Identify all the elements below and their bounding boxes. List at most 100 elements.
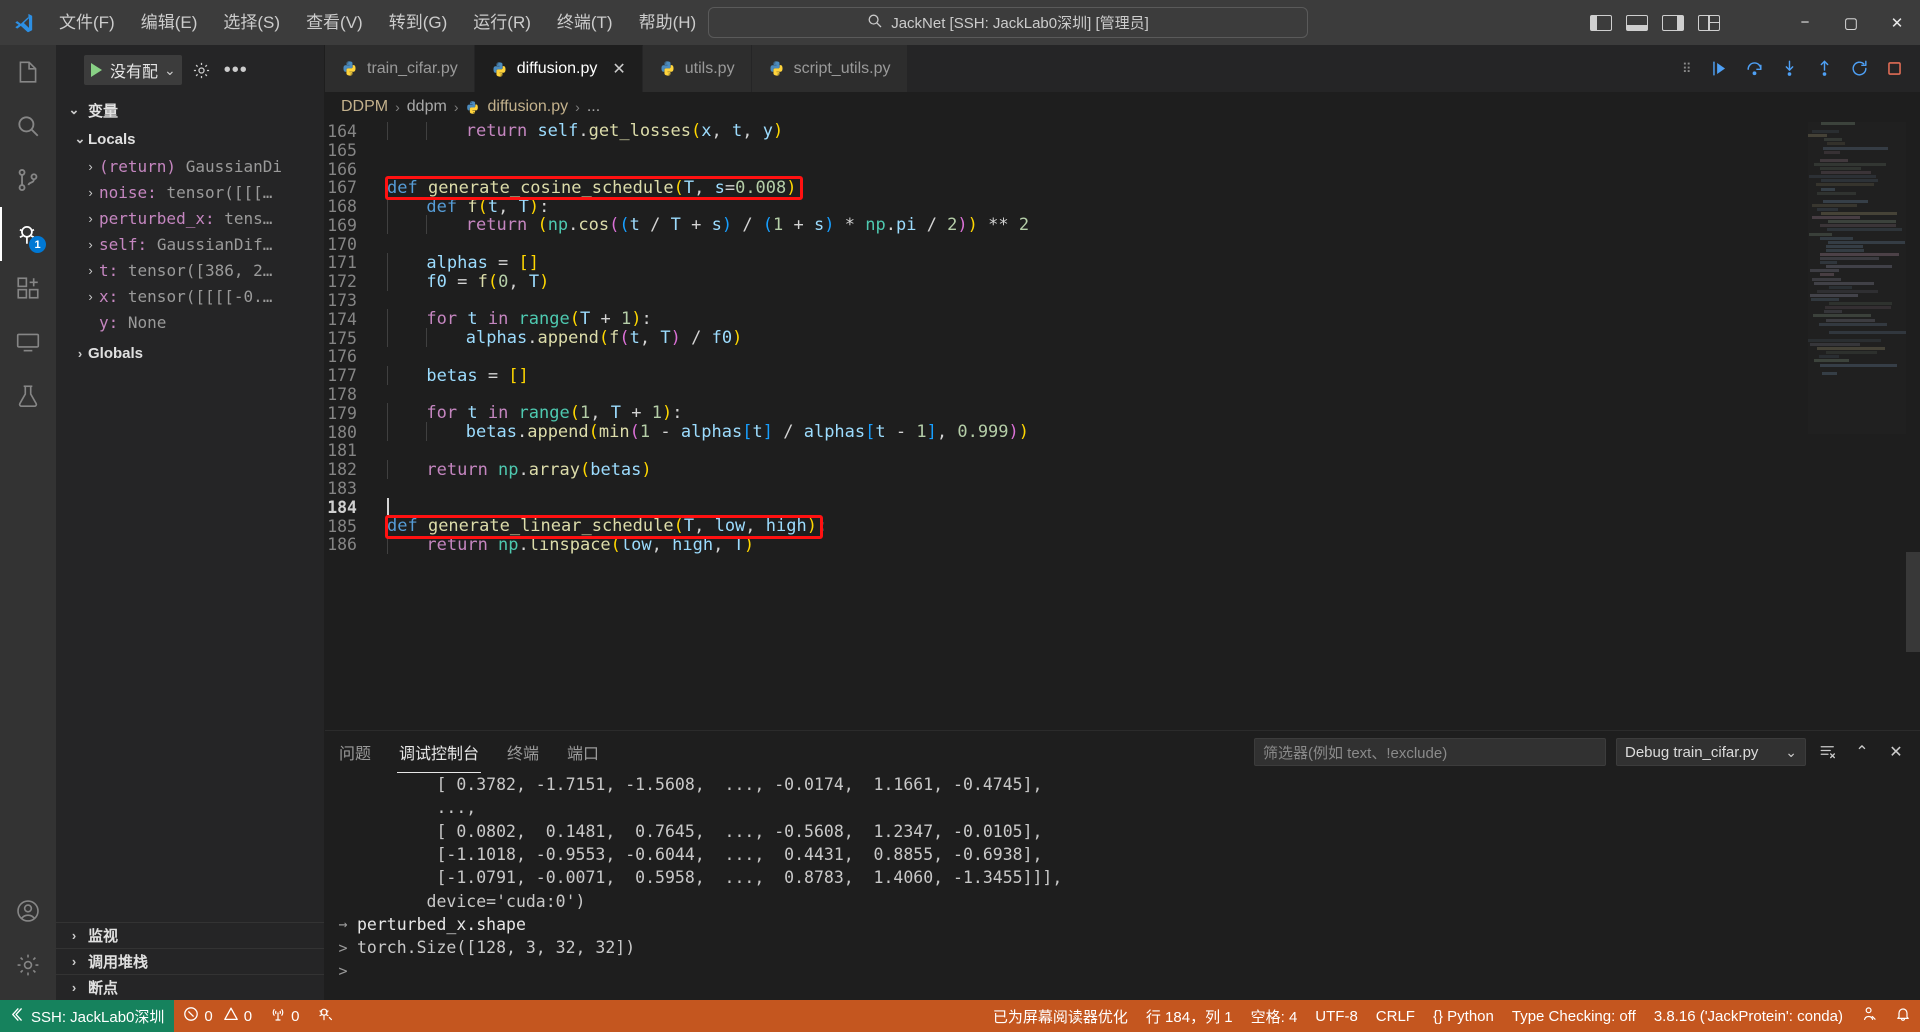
code-line[interactable]: 165	[325, 141, 1920, 160]
chevron-right-icon[interactable]: ›	[82, 185, 99, 200]
ellipsis-icon[interactable]: •••	[222, 55, 250, 85]
debug-restart-icon[interactable]	[1850, 59, 1869, 78]
variable-row-t[interactable]: › t: tensor([386, 2…	[56, 257, 324, 283]
editor-scrollbar[interactable]	[1906, 122, 1920, 730]
panel-actions[interactable]: 筛选器(例如 text、!exclude) Debug train_cifar.…	[1254, 731, 1908, 773]
activity-bar[interactable]: 1	[0, 45, 56, 1000]
code-line[interactable]: 168 def f(t, T):	[325, 196, 1920, 217]
clear-console-icon[interactable]	[1816, 738, 1840, 766]
layout-panel-icon[interactable]	[1626, 14, 1648, 31]
console-filter-input[interactable]: 筛选器(例如 text、!exclude)	[1254, 738, 1606, 766]
account-icon[interactable]	[0, 884, 56, 938]
code-line[interactable]: 166	[325, 160, 1920, 179]
tab-script-utils[interactable]: script_utils.py	[751, 45, 908, 92]
debug-session-dropdown[interactable]: Debug train_cifar.py ⌄	[1616, 738, 1806, 766]
command-center[interactable]: JackNet [SSH: JackLab0深圳] [管理员]	[708, 7, 1308, 38]
maximize-button[interactable]: ▢	[1828, 0, 1874, 45]
variable-row-x[interactable]: › x: tensor([[[[-0.…	[56, 283, 324, 309]
menu-item-run[interactable]: 运行(R)	[460, 0, 544, 45]
variable-row-noise[interactable]: › noise: tensor([[[…	[56, 179, 324, 205]
debug-step-into-icon[interactable]	[1780, 59, 1799, 78]
panel-tab-debug-console[interactable]: 调试控制台	[385, 731, 493, 773]
layout-sidebar-right-icon[interactable]	[1662, 14, 1684, 31]
sidebar-item-search[interactable]	[0, 99, 56, 153]
status-cursor-position[interactable]: 行 184，列 1	[1137, 1000, 1242, 1032]
debug-step-out-icon[interactable]	[1815, 59, 1834, 78]
sidebar-item-source-control[interactable]	[0, 153, 56, 207]
layout-controls[interactable]	[1590, 0, 1720, 45]
code-line[interactable]: 176	[325, 347, 1920, 366]
status-type-checking[interactable]: Type Checking: off	[1503, 1000, 1645, 1032]
menu-item-go[interactable]: 转到(G)	[376, 0, 461, 45]
sidebar-item-testing[interactable]	[0, 369, 56, 423]
breadcrumb-item-ddpm[interactable]: DDPM	[341, 98, 388, 116]
code-line[interactable]: 170	[325, 235, 1920, 254]
close-button[interactable]: ✕	[1874, 0, 1920, 45]
menu-item-file[interactable]: 文件(F)	[46, 0, 128, 45]
minimap[interactable]	[1808, 122, 1906, 434]
chevron-up-icon[interactable]: ⌃	[1850, 738, 1874, 766]
breadcrumb-item-file[interactable]: diffusion.py	[487, 98, 568, 116]
code-lines[interactable]: 164 return self.get_losses(x, t, y) 165 166…	[325, 122, 1920, 555]
breadcrumb-item-symbol[interactable]: ...	[587, 98, 600, 116]
code-line[interactable]: 171 alphas = []	[325, 252, 1920, 273]
launch-config-dropdown[interactable]: 没有配 ⌄	[84, 55, 182, 85]
code-line[interactable]: 169 return (np.cos((t / T + s) / (1 + s) …	[325, 215, 1920, 235]
code-line[interactable]: 177 betas = []	[325, 365, 1920, 386]
code-line[interactable]: 174 for t in range(T + 1):	[325, 309, 1920, 329]
sidebar-item-remote-explorer[interactable]	[0, 315, 56, 369]
debug-toolbar-actions[interactable]: ⠿	[1682, 45, 1920, 92]
code-line[interactable]: 184	[325, 498, 1920, 517]
breadcrumb[interactable]: DDPM › ddpm › diffusion.py › ...	[325, 92, 1920, 122]
code-line[interactable]: 182 return np.array(betas)	[325, 459, 1920, 480]
sidebar-item-run-and-debug[interactable]: 1	[0, 207, 56, 261]
breadcrumb-item-ddpm-module[interactable]: ddpm	[407, 98, 447, 116]
tab-train-cifar[interactable]: train_cifar.py	[325, 45, 475, 92]
editor-tabs[interactable]: train_cifar.py diffusion.py ✕ utils.py s…	[325, 45, 1920, 92]
close-icon[interactable]: ✕	[612, 59, 625, 79]
status-eol[interactable]: CRLF	[1367, 1000, 1424, 1032]
tab-diffusion[interactable]: diffusion.py ✕	[474, 45, 643, 92]
menu-item-selection[interactable]: 选择(S)	[210, 0, 293, 45]
sidebar-section-breakpoints[interactable]: › 断点	[56, 974, 324, 1000]
status-language-mode[interactable]: {} Python	[1424, 1000, 1503, 1032]
status-feedback[interactable]	[1852, 1000, 1886, 1032]
variable-row-y[interactable]: y: None	[56, 309, 324, 335]
debug-console-output[interactable]: [ 0.3782, -1.7151, -1.5608, ..., -0.0174…	[325, 773, 1920, 1000]
minimize-button[interactable]: −	[1782, 0, 1828, 45]
code-line[interactable]: 172 f0 = f(0, T)	[325, 271, 1920, 292]
debug-continue-icon[interactable]	[1710, 59, 1729, 78]
status-debug-alt[interactable]	[308, 1000, 342, 1032]
variable-row-perturbed-x[interactable]: › perturbed_x: tens…	[56, 205, 324, 231]
status-indentation[interactable]: 空格: 4	[1242, 1000, 1307, 1032]
code-line[interactable]: 173	[325, 291, 1920, 310]
menu-item-edit[interactable]: 编辑(E)	[128, 0, 211, 45]
sidebar-section-call-stack[interactable]: › 调用堆栈	[56, 948, 324, 974]
status-right-group[interactable]: 已为屏幕阅读器优化 行 184，列 1 空格: 4 UTF-8 CRLF {} …	[984, 1000, 1920, 1032]
chevron-down-icon[interactable]: ⌄	[1785, 744, 1797, 761]
layout-grid-icon[interactable]	[1698, 14, 1720, 31]
panel-tabs[interactable]: 问题 调试控制台 终端 端口 筛选器(例如 text、!exclude) Deb…	[325, 731, 1920, 773]
layout-sidebar-left-icon[interactable]	[1590, 14, 1612, 31]
code-line[interactable]: 186 return np.linspace(low, high, T)	[325, 534, 1920, 555]
gear-icon[interactable]	[0, 938, 56, 992]
grip-icon[interactable]: ⠿	[1682, 62, 1694, 75]
variable-row-self[interactable]: › self: GaussianDif…	[56, 231, 324, 257]
variables-tree[interactable]: ⌄ Locals › (return) GaussianDi › noise: …	[56, 125, 324, 367]
panel-tab-terminal[interactable]: 终端	[493, 731, 553, 773]
status-problems[interactable]: 0 0	[174, 1000, 261, 1032]
play-icon[interactable]	[91, 63, 102, 77]
debug-step-over-icon[interactable]	[1745, 59, 1764, 78]
status-screen-reader[interactable]: 已为屏幕阅读器优化	[984, 1000, 1137, 1032]
code-line[interactable]: 185 def generate_linear_schedule(T, low, …	[325, 516, 1920, 536]
menu-bar[interactable]: 文件(F) 编辑(E) 选择(S) 查看(V) 转到(G) 运行(R) 终端(T…	[46, 0, 709, 45]
chevron-right-icon[interactable]: ›	[82, 211, 99, 226]
code-line[interactable]: 175 alphas.append(f(t, T) / f0)	[325, 328, 1920, 348]
status-notifications[interactable]	[1886, 1000, 1920, 1032]
chevron-right-icon[interactable]: ›	[82, 159, 99, 174]
code-line[interactable]: 164 return self.get_losses(x, t, y)	[325, 122, 1920, 141]
chevron-right-icon[interactable]: ›	[82, 289, 99, 304]
status-radio-tower[interactable]: 0	[261, 1000, 308, 1032]
scope-globals[interactable]: › Globals	[56, 339, 324, 367]
status-python-interpreter[interactable]: 3.8.16 ('JackProtein': conda)	[1645, 1000, 1852, 1032]
